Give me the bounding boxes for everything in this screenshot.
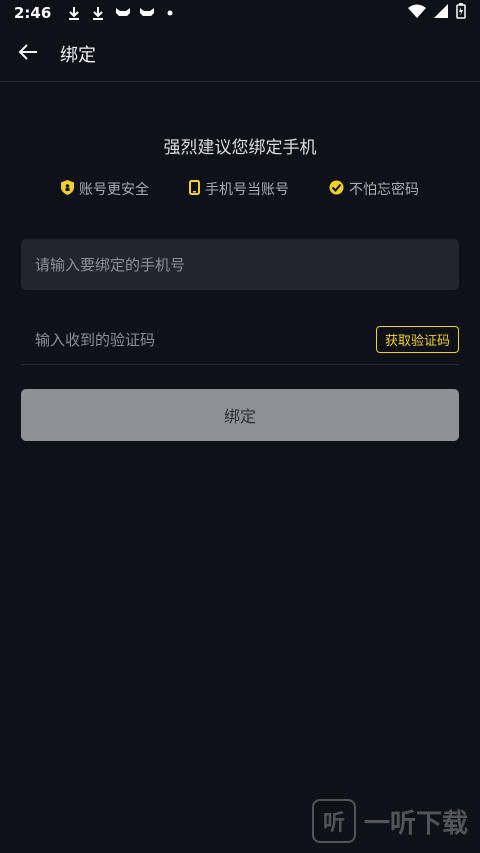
- status-bar: 2:46: [0, 0, 480, 26]
- phone-icon: [189, 179, 200, 199]
- wifi-icon: [408, 4, 426, 22]
- watermark: 听 一听下载: [311, 799, 468, 843]
- status-time: 2:46: [14, 4, 52, 22]
- app-header: 绑定: [0, 26, 480, 82]
- page-title: 绑定: [60, 44, 96, 66]
- benefit-label: 手机号当账号: [205, 182, 289, 198]
- signal-icon: [434, 4, 448, 22]
- benefit-item: 不怕忘密码: [329, 178, 419, 200]
- arrow-left-icon: [18, 43, 38, 65]
- battery-icon: [456, 3, 466, 23]
- shield-icon: [61, 179, 74, 199]
- download-icon: [91, 6, 105, 20]
- watermark-text: 一听下载: [363, 808, 468, 839]
- back-button[interactable]: [0, 26, 56, 81]
- app-notification-icon: [139, 6, 155, 20]
- verification-code-row: 输入收到的验证码 获取验证码: [21, 315, 459, 365]
- check-badge-icon: [329, 180, 344, 199]
- verification-code-input[interactable]: 输入收到的验证码: [35, 329, 155, 350]
- get-code-button[interactable]: 获取验证码: [375, 326, 459, 353]
- benefit-item: 账号更安全: [61, 178, 149, 200]
- dot-icon: [163, 6, 177, 20]
- benefit-label: 账号更安全: [79, 182, 149, 198]
- benefits-row: 账号更安全 手机号当账号 不怕忘密码: [0, 178, 480, 200]
- app-notification-icon: [115, 6, 131, 20]
- phone-input-placeholder: 请输入要绑定的手机号: [35, 256, 186, 274]
- benefit-item: 手机号当账号: [189, 178, 289, 200]
- bind-headline: 强烈建议您绑定手机: [163, 138, 317, 158]
- benefit-label: 不怕忘密码: [349, 182, 419, 198]
- phone-number-input[interactable]: 请输入要绑定的手机号: [21, 239, 459, 290]
- download-icon: [67, 6, 81, 20]
- watermark-logo: 听: [311, 799, 356, 843]
- bind-submit-button[interactable]: 绑定: [21, 389, 459, 441]
